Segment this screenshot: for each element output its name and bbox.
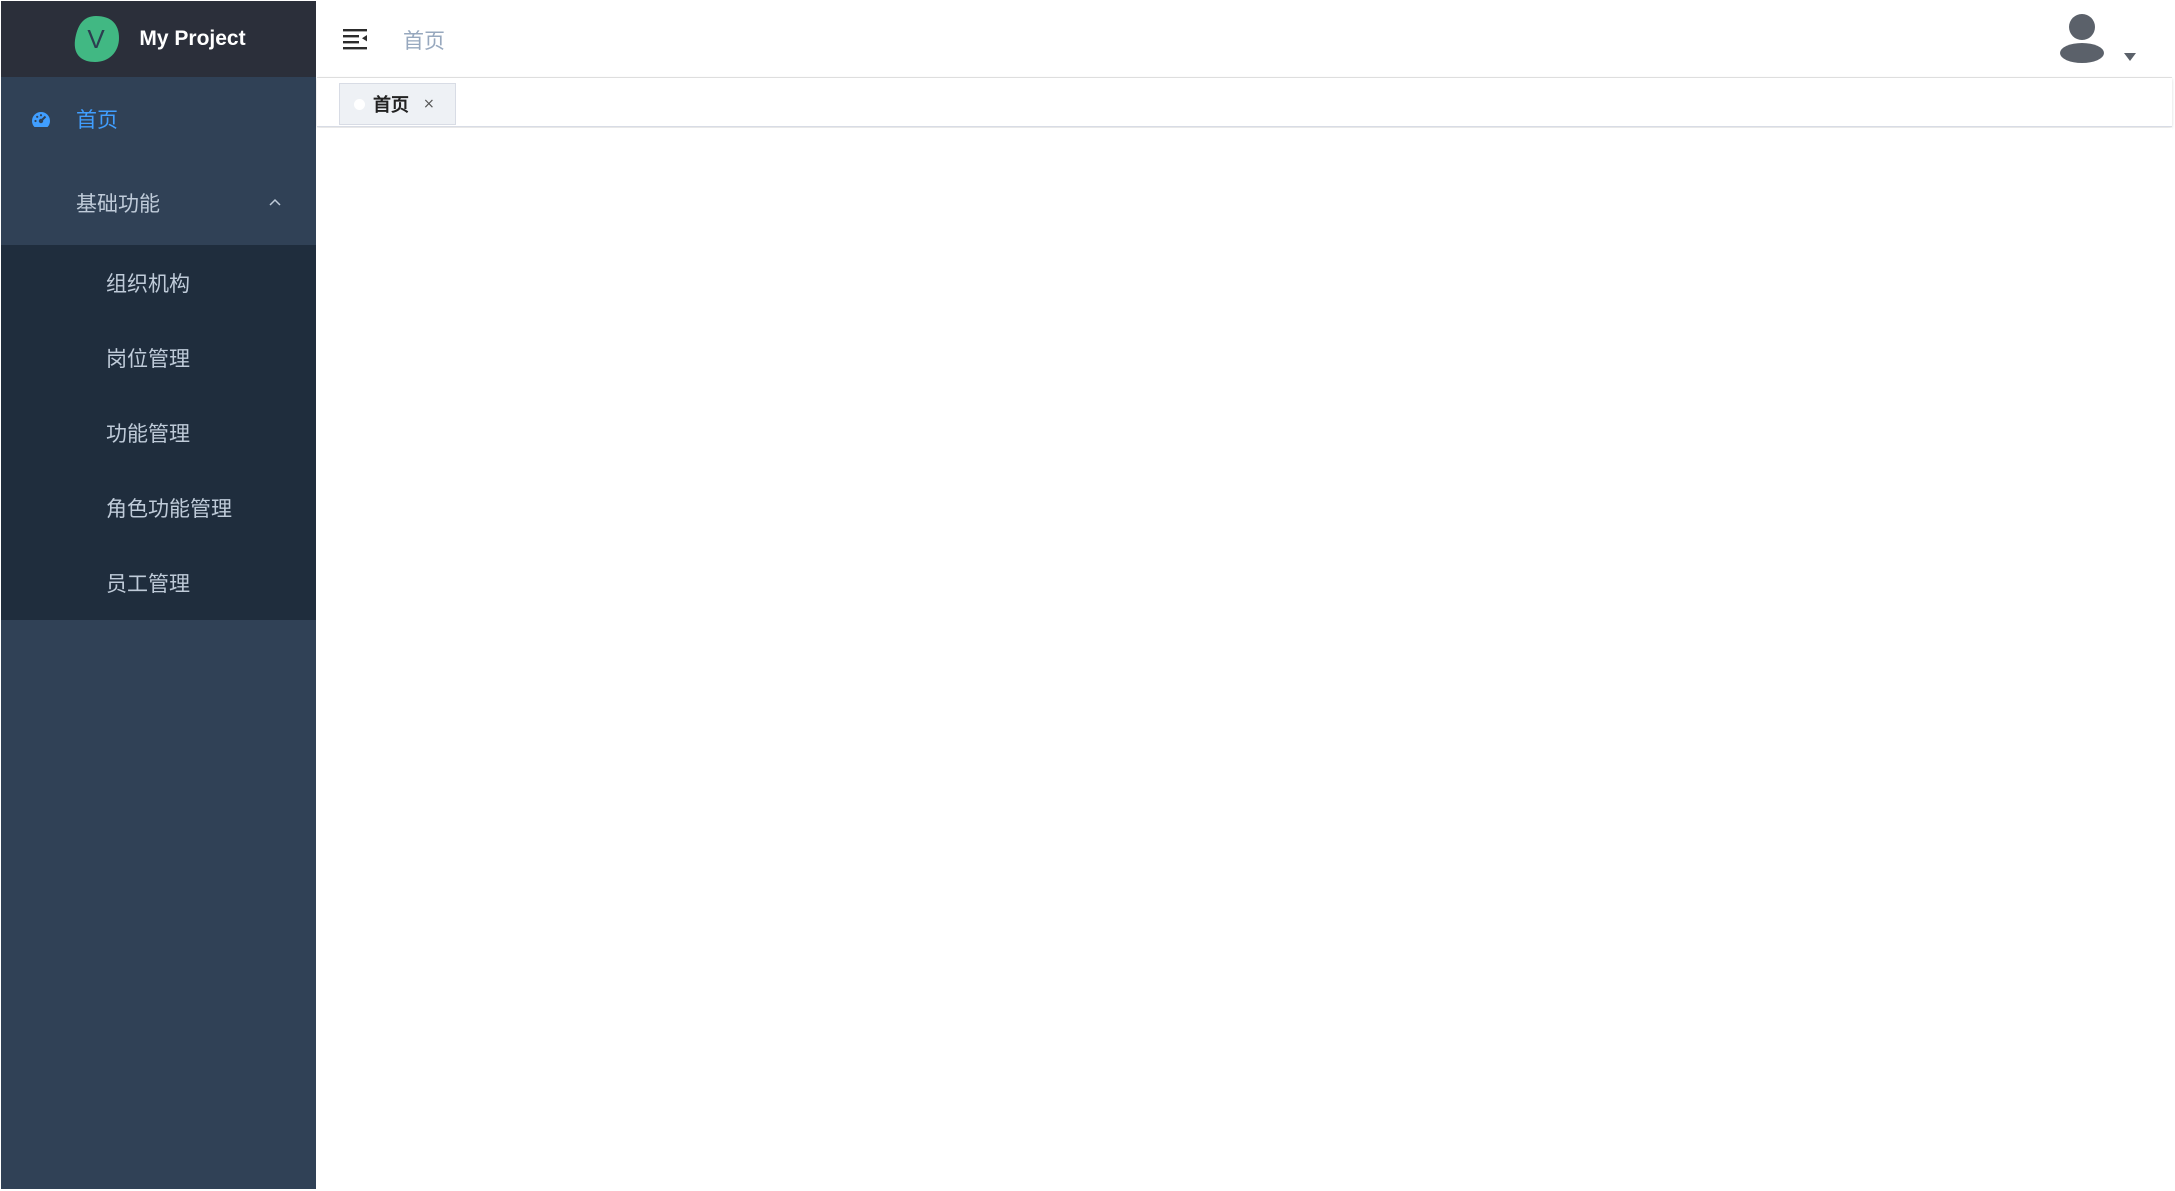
tag-label: 首页 xyxy=(373,95,409,116)
logo-letter: V xyxy=(88,24,106,54)
navbar: 首页 xyxy=(317,1,2172,78)
sidebar-group-basic[interactable]: 基础功能 xyxy=(1,161,316,245)
sidebar-item-employee[interactable]: 员工管理 xyxy=(1,545,316,620)
sidebar-group-basic-label: 基础功能 xyxy=(76,192,160,216)
sidebar-item-home[interactable]: 首页 xyxy=(1,77,316,161)
menu-fold-icon[interactable] xyxy=(341,25,369,53)
logo-bar[interactable]: V My Project xyxy=(1,1,316,77)
sidebar-item-position[interactable]: 岗位管理 xyxy=(1,320,316,395)
close-icon[interactable]: × xyxy=(423,97,435,111)
user-menu[interactable] xyxy=(2056,11,2136,67)
tags-view: 首页 × xyxy=(317,78,2172,127)
dashboard-icon xyxy=(32,112,50,127)
sidebar-item-org[interactable]: 组织机构 xyxy=(1,245,316,320)
app-root: V My Project 首页 基础功能 组织机构 岗位管理 功能管理 角色功能… xyxy=(0,0,2175,1191)
app-title: My Project xyxy=(139,27,246,50)
sidebar-item-home-label: 首页 xyxy=(76,108,118,132)
tag-active-dot xyxy=(354,98,365,110)
sidebar-item-role-function[interactable]: 角色功能管理 xyxy=(1,470,316,545)
caret-down-icon xyxy=(2124,53,2136,61)
sidebar-item-function[interactable]: 功能管理 xyxy=(1,395,316,470)
user-avatar-icon xyxy=(2060,14,2104,63)
chevron-up-icon xyxy=(269,198,281,206)
main-content xyxy=(317,128,2172,1188)
tag-home[interactable]: 首页 × xyxy=(339,83,456,125)
sidebar: V My Project 首页 基础功能 组织机构 岗位管理 功能管理 角色功能… xyxy=(1,1,316,1189)
breadcrumb: 首页 xyxy=(403,29,445,53)
sidebar-submenu: 组织机构 岗位管理 功能管理 角色功能管理 员工管理 xyxy=(1,245,316,620)
vue-logo-icon: V xyxy=(75,16,120,62)
